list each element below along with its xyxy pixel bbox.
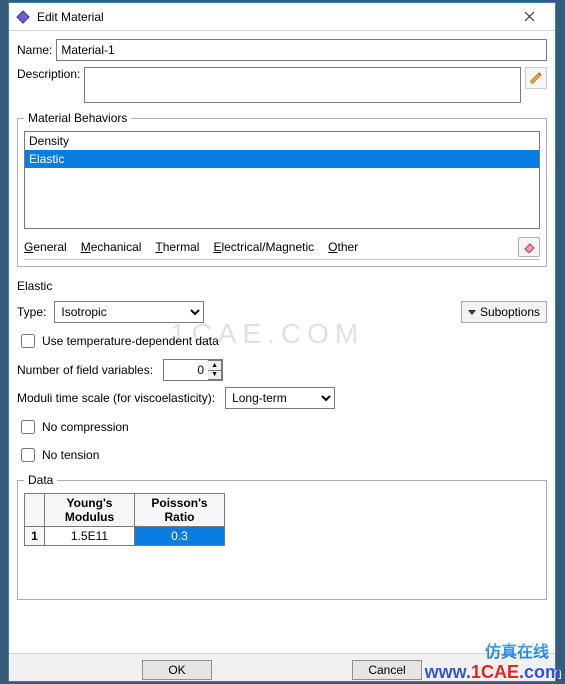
data-table-corner	[25, 494, 45, 527]
type-label: Type:	[17, 305, 46, 319]
close-button[interactable]	[509, 6, 549, 28]
suboptions-label: Suboptions	[480, 305, 540, 319]
menu-electrical[interactable]: Electrical/Magnetic	[213, 240, 314, 254]
menu-thermal[interactable]: Thermal	[155, 240, 199, 254]
field-vars-input[interactable]	[164, 360, 208, 380]
menu-other[interactable]: Other	[328, 240, 358, 254]
field-vars-spinner[interactable]: ▲ ▼	[163, 359, 223, 381]
data-table[interactable]: Young's Modulus Poisson's Ratio 1 1.5E11…	[24, 493, 225, 546]
no-tension-checkbox[interactable]	[21, 448, 35, 462]
behavior-item-elastic[interactable]: Elastic	[25, 150, 539, 168]
eraser-icon	[522, 241, 536, 253]
moduli-label: Moduli time scale (for viscoelasticity):	[17, 391, 215, 405]
name-label: Name:	[17, 43, 52, 57]
field-vars-down[interactable]: ▼	[208, 370, 222, 380]
temp-dependent-label: Use temperature-dependent data	[42, 334, 219, 348]
field-vars-label: Number of field variables:	[17, 363, 153, 377]
description-label: Description:	[17, 67, 80, 81]
behavior-item-density[interactable]: Density	[25, 132, 539, 150]
type-select[interactable]: Isotropic	[54, 301, 204, 323]
cancel-button[interactable]: Cancel	[352, 660, 422, 680]
titlebar: Edit Material	[9, 3, 555, 31]
material-behaviors-legend: Material Behaviors	[24, 111, 131, 125]
behavior-menubar: General Mechanical Thermal Electrical/Ma…	[24, 237, 540, 260]
cell-youngs-modulus[interactable]: 1.5E11	[45, 527, 135, 546]
menu-mechanical[interactable]: Mechanical	[81, 240, 142, 254]
col-youngs-modulus[interactable]: Young's Modulus	[45, 494, 135, 527]
material-behaviors-group: Material Behaviors Density Elastic Gener…	[17, 111, 547, 267]
close-icon	[524, 11, 535, 22]
no-compression-checkbox[interactable]	[21, 420, 35, 434]
col-poissons-ratio[interactable]: Poisson's Ratio	[135, 494, 225, 527]
edit-material-dialog: Edit Material Name: Description: Materia…	[8, 2, 556, 682]
edit-description-button[interactable]	[525, 67, 547, 89]
button-bar: OK Cancel	[9, 653, 555, 681]
menu-general[interactable]: General	[24, 240, 67, 254]
app-icon	[15, 9, 31, 25]
delete-behavior-button[interactable]	[518, 237, 540, 257]
window-title: Edit Material	[37, 10, 509, 24]
description-input[interactable]	[84, 67, 521, 103]
chevron-down-icon	[468, 310, 476, 315]
row-index: 1	[25, 527, 45, 546]
data-legend: Data	[24, 473, 57, 487]
field-vars-up[interactable]: ▲	[208, 360, 222, 370]
no-compression-label: No compression	[42, 420, 129, 434]
behaviors-list[interactable]: Density Elastic	[24, 131, 540, 229]
ok-button[interactable]: OK	[142, 660, 212, 680]
elastic-section-title: Elastic	[17, 279, 547, 293]
moduli-select[interactable]: Long-term	[225, 387, 335, 409]
name-input[interactable]	[56, 39, 547, 61]
suboptions-button[interactable]: Suboptions	[461, 301, 547, 323]
pencil-icon	[529, 71, 543, 85]
temp-dependent-checkbox[interactable]	[21, 334, 35, 348]
table-row[interactable]: 1 1.5E11 0.3	[25, 527, 225, 546]
cell-poissons-ratio[interactable]: 0.3	[135, 527, 225, 546]
data-group: Data Young's Modulus Poisson's Ratio 1 1…	[17, 473, 547, 600]
no-tension-label: No tension	[42, 448, 99, 462]
